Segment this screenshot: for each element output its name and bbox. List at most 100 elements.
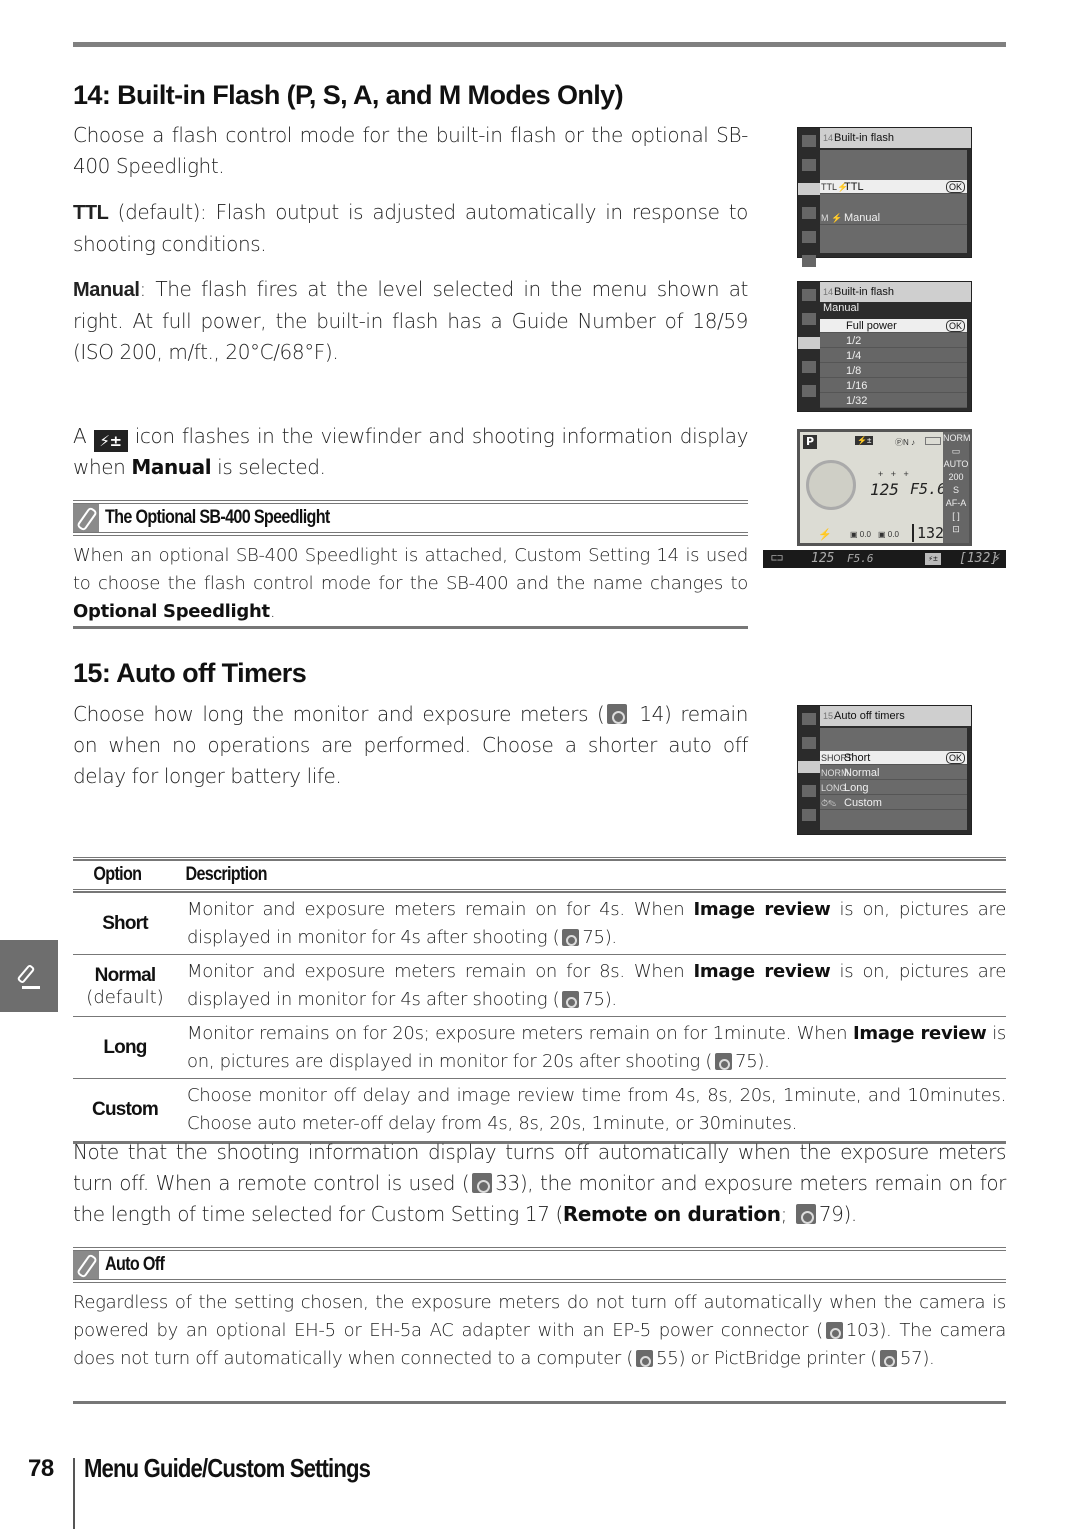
focus-mode-indicator: S	[952, 485, 959, 495]
page-reference[interactable]: 33	[495, 1171, 520, 1195]
option-cell: Long	[73, 1020, 177, 1076]
note-sb400-end: .	[269, 601, 276, 622]
desc-text: Monitor and exposure meters remain on fo…	[187, 961, 694, 982]
menu-option-1-2[interactable]: 1/2	[820, 334, 967, 348]
custom-settings-menu-icon	[798, 183, 820, 195]
section-15-title: 15: Auto off Timers	[73, 658, 307, 688]
menu-option-custom[interactable]: ⏱✎ Custom	[820, 796, 967, 810]
section-14-title: 14: Built-in Flash (P, S, A, and M Modes…	[73, 80, 624, 110]
note-sb400-text: When an optional SB-400 Speedlight is at…	[73, 545, 748, 594]
screen-subtitle: Manual	[823, 302, 860, 314]
screen-number: 15	[823, 711, 834, 721]
footer-section-title: Menu Guide/Custom Settings	[84, 1453, 371, 1483]
note-sb400-bottom-rule	[73, 626, 748, 629]
option-label: 1/4	[846, 350, 862, 362]
exposures-remaining: 132	[912, 524, 944, 542]
option-label: Long	[844, 782, 869, 794]
manual-description: Manual: The flash fires at the level sel…	[73, 274, 748, 368]
intro-before: Choose how long the monitor and exposure…	[73, 702, 605, 726]
desc-text: ).	[757, 1051, 770, 1072]
viewfinder-display: ⊏⊐ 125 F5.6 ⚡± [132] ⚡	[763, 550, 1006, 568]
page-reference[interactable]: 57	[900, 1348, 923, 1369]
note-text: ;	[780, 1202, 793, 1226]
page-reference-icon	[715, 1053, 733, 1070]
option-cell: Normal (default)	[73, 958, 177, 1014]
menu-option-1-32[interactable]: 1/32	[820, 394, 967, 408]
page-reference[interactable]: 75	[582, 927, 605, 948]
footer-divider	[73, 1458, 75, 1529]
option-label: Manual	[844, 212, 881, 224]
description-cell: Monitor and exposure meters remain on fo…	[177, 958, 1006, 1014]
note-pencil-icon	[73, 504, 99, 532]
note-text: ).	[922, 1348, 935, 1369]
option-label: 1/32	[846, 395, 868, 407]
menu-option-manual[interactable]: M ⚡ Manual	[820, 211, 967, 225]
top-rule	[73, 42, 1006, 47]
menu-option-short[interactable]: SHORTShort OK	[820, 751, 967, 765]
note-pencil-icon	[73, 1251, 99, 1279]
note-text: ).	[843, 1202, 858, 1226]
page-reference-icon	[825, 1322, 843, 1339]
camera-screen-manual-power: 14Built-in flash Manual Full power OK 1/2…	[797, 281, 972, 412]
vf-aperture: F5.6	[847, 552, 874, 565]
page-reference[interactable]: 103	[846, 1320, 880, 1341]
page-reference[interactable]: 14	[639, 702, 664, 726]
camera-screen-built-in-flash: 14Built-in flash TTL⚡TTL OK M ⚡ Manual	[797, 127, 972, 267]
note-sb400-bold: Optional Speedlight	[73, 601, 270, 622]
menu-option-normal[interactable]: NORMNormal	[820, 766, 967, 780]
option-default-note: (default)	[86, 986, 164, 1008]
screen-body: TTL⚡TTL OK M ⚡ Manual	[820, 150, 967, 253]
menu-option-full-power[interactable]: Full power OK	[820, 319, 967, 333]
page-reference[interactable]: 75	[735, 1051, 758, 1072]
note-auto-off-body: Regardless of the setting chosen, the ex…	[73, 1289, 1006, 1373]
help-icon	[802, 255, 816, 267]
menu-option-1-8[interactable]: 1/8	[820, 364, 967, 378]
desc-text: Monitor and exposure meters remain on fo…	[187, 899, 694, 920]
camera-screen-auto-off-timers: 15Auto off timers SHORTShort OK NORMNorma…	[797, 705, 972, 835]
ttl-label: TTL	[73, 202, 109, 224]
menu-option-long[interactable]: LONGLong	[820, 781, 967, 795]
menu-option-1-16[interactable]: 1/16	[820, 379, 967, 393]
desc-bold: Image review	[852, 1023, 987, 1044]
icon-para-bold: Manual	[131, 455, 212, 479]
option-label: Full power	[846, 320, 897, 332]
menu-option-ttl[interactable]: TTL⚡TTL OK	[820, 180, 967, 194]
header-description: Description	[185, 864, 268, 885]
option-label: Normal	[844, 767, 880, 779]
flash-comp-text: 0.0	[887, 530, 899, 539]
ttl-text: (default): Flash output is adjusted auto…	[73, 200, 748, 256]
exposure-mode-badge: P	[803, 435, 817, 449]
manual-label: Manual	[73, 279, 140, 301]
remote-note-paragraph: Note that the shooting information displ…	[73, 1137, 1006, 1230]
page-reference-icon	[562, 929, 580, 946]
option-code: SHORT	[821, 753, 853, 763]
white-balance: AUTO	[943, 459, 969, 469]
camera-menu-sidebar	[798, 128, 820, 267]
note-auto-off-title: Auto Off	[105, 1254, 165, 1275]
page-reference[interactable]: 55	[656, 1348, 679, 1369]
battery-icon	[925, 437, 941, 445]
af-area-mode: [ ]	[952, 511, 960, 521]
description-cell: Monitor and exposure meters remain on fo…	[177, 896, 1006, 952]
page-reference[interactable]: 75	[582, 989, 605, 1010]
page-number: 78	[28, 1455, 54, 1482]
page-reference-icon	[636, 1350, 654, 1367]
note-auto-off-bottom-rule	[73, 1401, 1006, 1404]
menu-option-1-4[interactable]: 1/4	[820, 349, 967, 363]
analog-exposure-markers: + + +	[878, 469, 909, 479]
page-reference-icon	[607, 704, 628, 724]
icon-para-before: A	[73, 424, 87, 448]
screen-title-text: Auto off timers	[834, 710, 905, 722]
header-option: Option	[93, 864, 142, 885]
vf-flash-ready-icon: ⚡	[993, 551, 1001, 566]
top-status-icons: ⓅN ♪	[895, 438, 915, 447]
page-reference[interactable]: 79	[819, 1202, 844, 1226]
playback-menu-icon	[802, 135, 816, 147]
setup-menu-icon	[802, 785, 816, 797]
screen-body: Full power OK 1/2 1/4 1/8 1/16 1/32	[820, 319, 967, 408]
description-cell: Choose monitor off delay and image revie…	[177, 1082, 1006, 1138]
info-right-column: NORM ▭ AUTO 200 S AF-A [ ] ⊡	[943, 432, 971, 543]
retouch-menu-icon	[802, 385, 816, 397]
image-quality: NORM	[943, 433, 971, 443]
screen-body: SHORTShort OK NORMNormal LONGLong ⏱✎ Custo…	[820, 728, 967, 830]
